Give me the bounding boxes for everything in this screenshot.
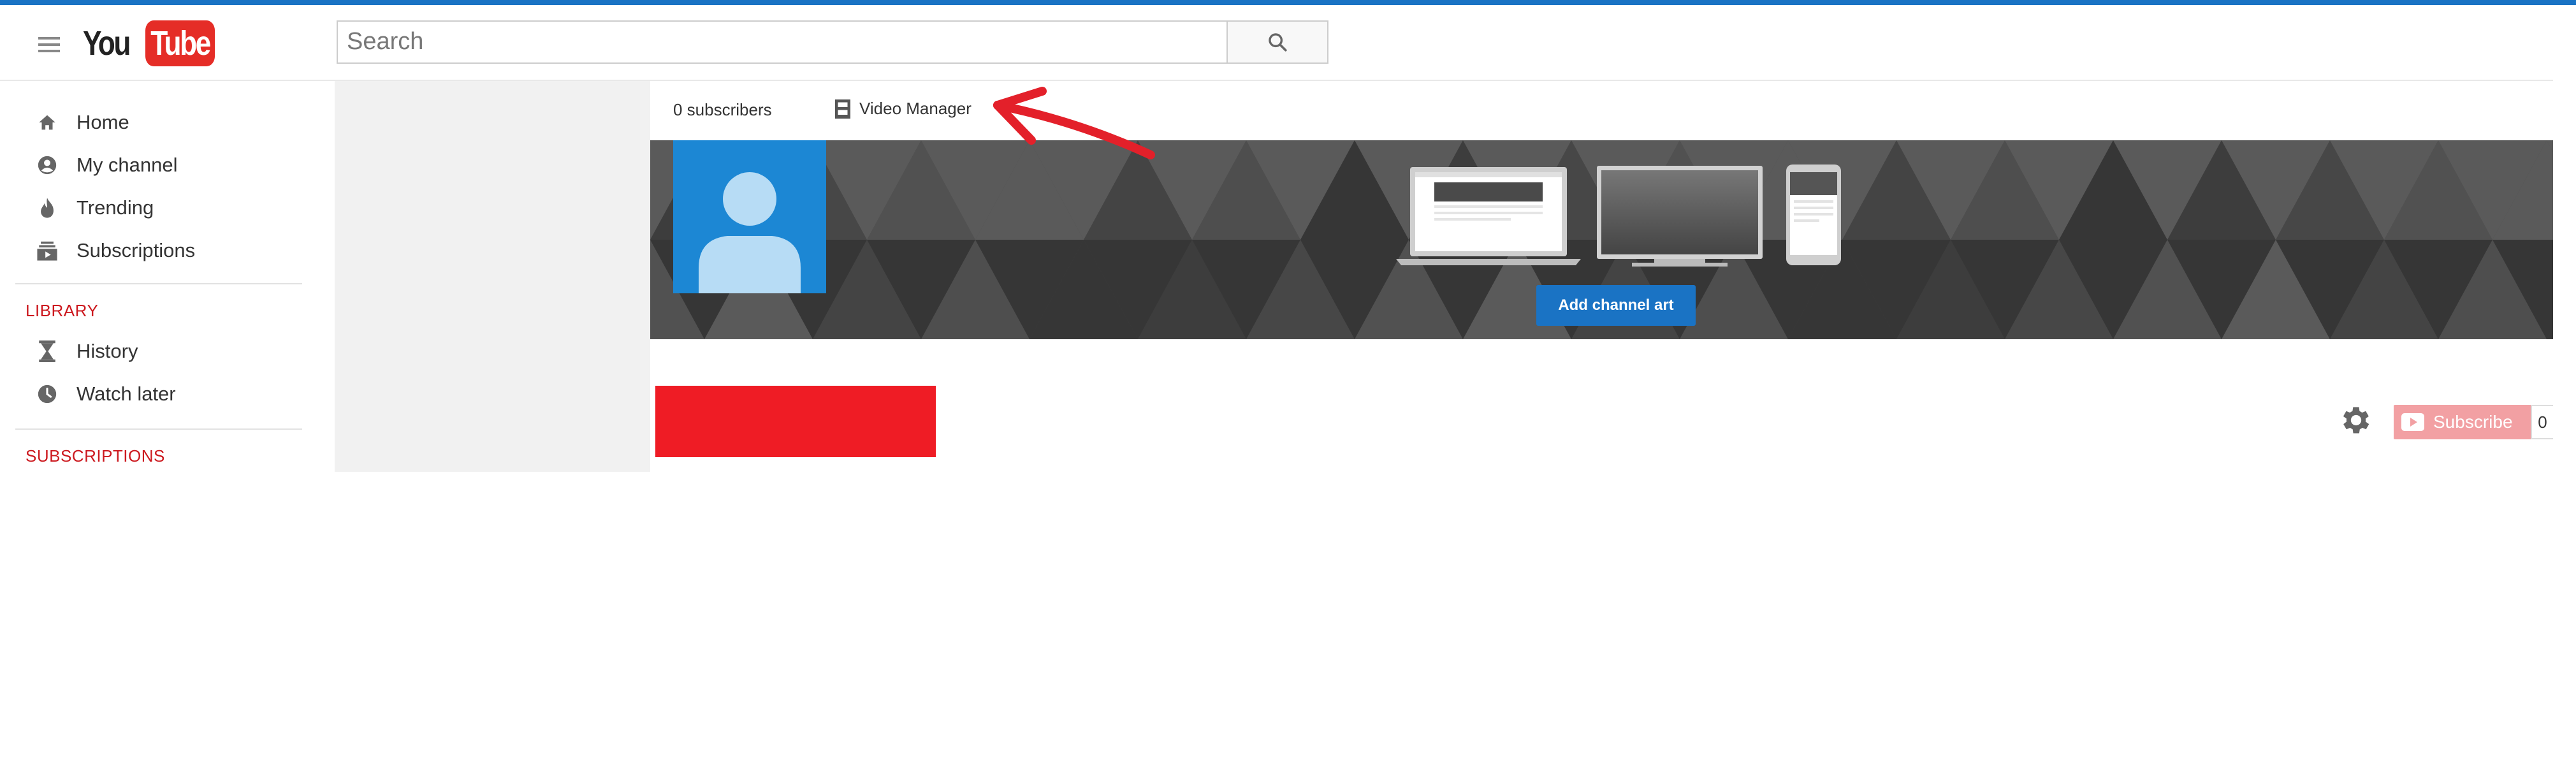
guide-sidebar: Home My channel Trending Subscriptions L…	[0, 81, 335, 472]
subscribe-count: 0	[2531, 405, 2553, 439]
subscriptions-section-label: SUBSCRIPTIONS	[25, 446, 165, 465]
flame-icon	[35, 196, 59, 220]
subscriber-count: 0 subscribers	[673, 100, 772, 119]
top-accent-bar	[0, 0, 2576, 5]
content-gutter	[335, 81, 650, 472]
account-icon	[35, 153, 59, 177]
library-section-label: LIBRARY	[25, 301, 99, 320]
hourglass-icon	[35, 339, 59, 363]
search-button[interactable]	[1226, 20, 1328, 64]
tv-icon	[1597, 166, 1763, 267]
phone-icon	[1786, 165, 1841, 265]
sidebar-item-label: Subscriptions	[76, 239, 196, 261]
channel-header-row: 0 subscribers Video Manager	[650, 81, 2553, 140]
channel-avatar[interactable]	[673, 140, 826, 293]
sidebar-item-label: Home	[76, 111, 129, 133]
menu-icon[interactable]	[38, 37, 60, 52]
video-manager-link[interactable]: Video Manager	[835, 99, 971, 119]
sidebar-item-label: History	[76, 340, 138, 362]
video-manager-label: Video Manager	[859, 99, 971, 118]
default-avatar-icon	[699, 172, 801, 293]
video-manager-icon	[835, 99, 850, 119]
youtube-play-icon	[2401, 413, 2424, 431]
subscribe-button[interactable]: Subscribe	[2394, 405, 2531, 439]
sidebar-divider	[15, 428, 302, 430]
channel-page: 0 subscribers Video Manager Add channel …	[650, 81, 2553, 472]
sidebar-item-label: My channel	[76, 154, 178, 176]
add-channel-art-button[interactable]: Add channel art	[1536, 285, 1696, 326]
search-icon	[1269, 33, 1287, 52]
search-box	[337, 20, 1229, 64]
youtube-logo[interactable]: You Tube	[83, 19, 230, 68]
home-icon	[35, 110, 59, 135]
laptop-icon	[1396, 167, 1581, 265]
search-input[interactable]	[338, 22, 1184, 61]
logo-you-text: You	[83, 24, 131, 62]
subscribe-label: Subscribe	[2433, 412, 2513, 432]
subscriptions-icon	[35, 238, 59, 263]
sidebar-item-label: Watch later	[76, 383, 176, 405]
sidebar-item-label: Trending	[76, 196, 154, 219]
masthead: You Tube	[0, 5, 2553, 81]
annotation-arrow	[993, 87, 1155, 159]
sidebar-divider	[15, 283, 302, 284]
redacted-channel-name	[655, 386, 936, 457]
clock-icon	[35, 382, 59, 406]
gear-icon[interactable]	[2338, 402, 2374, 438]
logo-tube-text: Tube	[145, 20, 215, 66]
